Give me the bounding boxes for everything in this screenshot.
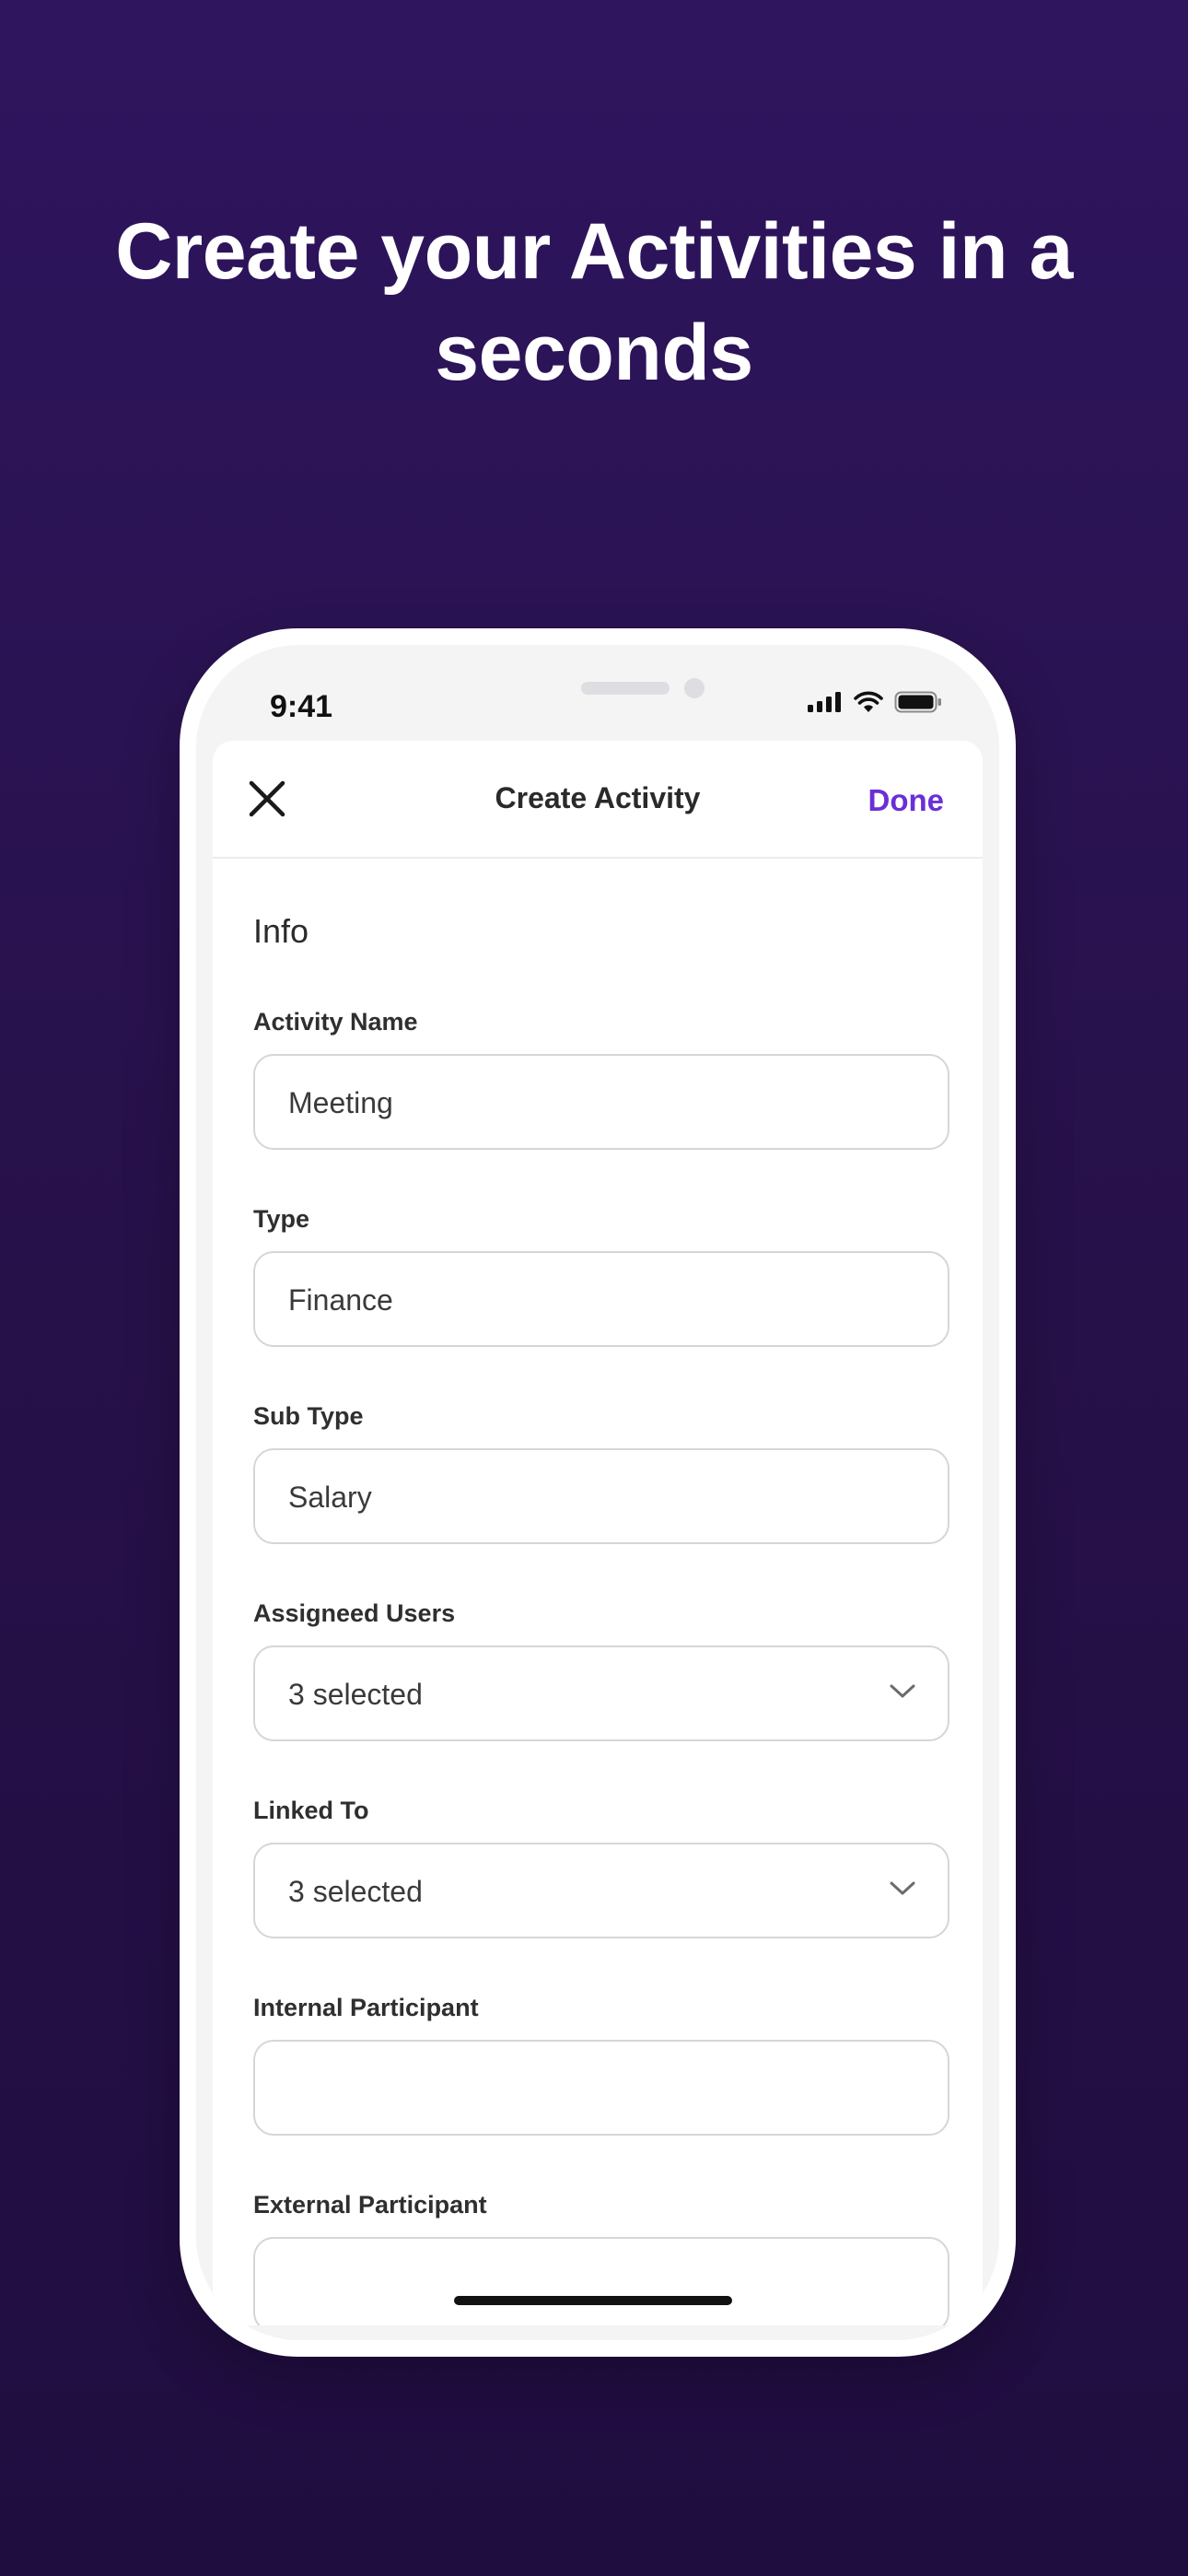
linked-to-value: 3 selected	[288, 1875, 423, 1908]
sub-type-label: Sub Type	[253, 1402, 364, 1430]
type-label: Type	[253, 1205, 310, 1233]
nav-bar: Create Activity Done	[213, 741, 983, 859]
headline-line-2: seconds	[435, 309, 753, 397]
external-participant-input[interactable]	[253, 2237, 949, 2325]
signal-icon	[808, 692, 841, 712]
internal-participant-input[interactable]	[253, 2040, 949, 2136]
phone-screen: 9:41 Create Activity Done Info Activity …	[196, 645, 999, 2340]
activity-name-value: Meeting	[288, 1086, 393, 1119]
section-title-info: Info	[253, 912, 309, 950]
activity-name-input[interactable]: Meeting	[253, 1054, 949, 1150]
type-value: Finance	[288, 1283, 393, 1317]
chevron-down-icon	[890, 1881, 915, 1895]
phone-mockup: 9:41 Create Activity Done Info Activity …	[180, 628, 1016, 2357]
home-indicator	[454, 2296, 732, 2305]
headline-line-1: Create your Activities in a	[115, 207, 1073, 296]
headline: Create your Activities in a seconds	[0, 201, 1188, 404]
chevron-down-icon	[890, 1684, 915, 1698]
sub-type-input[interactable]: Salary	[253, 1448, 949, 1544]
notch	[406, 645, 793, 709]
create-activity-sheet: Create Activity Done Info Activity Name …	[213, 741, 983, 2325]
battery-icon	[894, 691, 941, 713]
linked-to-select[interactable]: 3 selected	[253, 1843, 949, 1938]
assigned-users-label: Assigneed Users	[253, 1599, 456, 1627]
status-icons	[808, 691, 942, 713]
status-time: 9:41	[270, 689, 333, 724]
external-participant-label: External Participant	[253, 2191, 487, 2219]
internal-participant-label: Internal Participant	[253, 1994, 479, 2021]
wifi-icon	[854, 691, 883, 712]
speaker	[581, 682, 670, 695]
done-button[interactable]: Done	[868, 783, 945, 818]
sub-type-value: Salary	[288, 1481, 372, 1514]
activity-name-label: Activity Name	[253, 1008, 418, 1036]
camera	[684, 678, 705, 698]
type-input[interactable]: Finance	[253, 1251, 949, 1347]
assigned-users-value: 3 selected	[288, 1678, 423, 1711]
linked-to-label: Linked To	[253, 1797, 369, 1824]
assigned-users-select[interactable]: 3 selected	[253, 1645, 949, 1741]
